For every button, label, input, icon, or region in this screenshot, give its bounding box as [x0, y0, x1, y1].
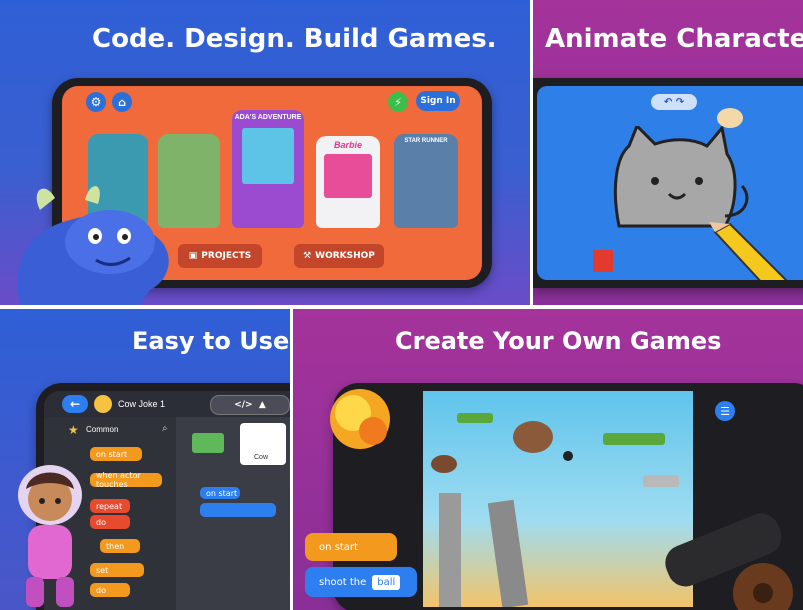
code-block[interactable]: when actor touches — [90, 471, 162, 489]
sprite-thumbnail-cow[interactable]: Cow — [240, 423, 286, 465]
platform — [643, 475, 679, 487]
energy-button[interactable]: ⚡ — [388, 92, 408, 112]
projects-button[interactable]: ▣ PROJECTS — [178, 244, 262, 268]
panel-animate: Animate Characters ↶ ↷ — [533, 0, 803, 305]
panel-create: Create Your Own Games ☰ on start shoot t… — [293, 309, 803, 610]
bird-sprite — [431, 455, 457, 473]
paint-palette-icon — [717, 108, 743, 128]
settings-button[interactable]: ⚙ — [86, 92, 106, 112]
category-star-icon: ★ — [68, 423, 79, 437]
menu-button[interactable]: ☰ — [715, 401, 735, 421]
back-button[interactable]: ← — [62, 395, 88, 413]
on-start-block[interactable]: on start — [305, 533, 397, 561]
code-block[interactable]: on start — [200, 487, 240, 499]
pencil-icon — [709, 222, 788, 280]
code-block[interactable] — [200, 503, 276, 517]
sprite-thumbnail-landscape[interactable] — [192, 433, 224, 453]
cabinet-screen — [242, 128, 294, 184]
cannon-icon — [665, 513, 793, 610]
panel-code-design: Code. Design. Build Games. ⚙ ⌂ ⚡ Sign In… — [0, 0, 530, 305]
workshop-button[interactable]: ⚒ WORKSHOP — [294, 244, 384, 268]
game-cabinet[interactable]: Barbie — [316, 136, 380, 228]
undo-redo-toggle[interactable]: ↶ ↷ — [651, 94, 697, 110]
projects-label: PROJECTS — [201, 251, 252, 261]
code-view-toggle[interactable]: </> ▲ — [210, 395, 290, 415]
shoot-label: shoot the — [319, 576, 367, 588]
panel-title: Create Your Own Games — [395, 327, 722, 355]
project-icon — [94, 395, 112, 413]
code-block[interactable]: then — [100, 539, 140, 553]
game-cabinet[interactable]: STAR RUNNER — [394, 134, 458, 228]
rock-pillar — [439, 493, 461, 607]
cabinet-screen — [324, 154, 372, 198]
workshop-icon: ⚒ — [303, 251, 312, 261]
animation-screen: ↶ ↷ — [537, 86, 803, 280]
cabinet-title: ADA'S ADVENTURE — [234, 114, 302, 121]
panel-easy: Easy to Use ← Cow Joke 1 </> ▲ ★ Common … — [0, 309, 290, 610]
cabinet-title: Barbie — [333, 140, 362, 150]
sprite-label: Cow — [254, 454, 269, 461]
rock-pillar — [487, 499, 529, 607]
shoot-block[interactable]: shoot the ball — [305, 567, 417, 597]
platform — [457, 413, 493, 423]
phone-frame: ↶ ↷ — [533, 78, 803, 288]
platform — [603, 433, 665, 445]
workshop-label: WORKSHOP — [315, 251, 375, 261]
game-cabinet[interactable]: ADA'S ADVENTURE — [232, 110, 304, 228]
search-icon[interactable]: ⌕ — [162, 423, 168, 434]
explosion-icon — [330, 389, 390, 449]
project-name[interactable]: Cow Joke 1 — [118, 399, 165, 409]
sign-in-button[interactable]: Sign In — [416, 91, 460, 111]
panel-title: Animate Characters — [545, 24, 803, 54]
panel-title: Code. Design. Build Games. — [92, 24, 497, 54]
dragon-character — [17, 186, 169, 305]
ball-field[interactable]: ball — [372, 574, 401, 590]
category-label[interactable]: Common — [86, 425, 118, 434]
cabinet-title: STAR RUNNER — [404, 138, 448, 144]
bird-sprite — [513, 421, 553, 453]
cannonball — [563, 451, 573, 461]
brush-cup-icon — [593, 250, 613, 272]
projects-icon: ▣ — [188, 251, 198, 261]
astronaut-character — [18, 465, 82, 607]
store-button[interactable]: ⌂ — [112, 92, 132, 112]
panel-title: Easy to Use — [132, 327, 290, 355]
